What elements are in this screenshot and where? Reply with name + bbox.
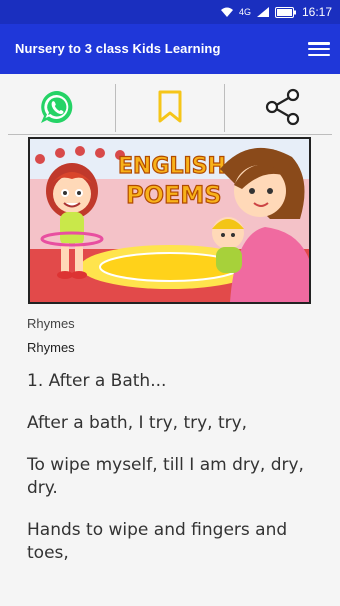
signal-icon [256,7,269,17]
category-label: Rhymes [27,316,75,331]
wifi-icon [220,7,233,17]
poem-line: Hands to wipe and fingers and toes, [27,520,288,563]
bookmark-icon [158,90,182,123]
poem-illustration: ENGLISH POEMS [28,137,311,304]
poem-line: After a bath, I try, try, try, [27,413,248,433]
poem-text: 1. After a Bath... After a bath, I try, … [27,370,327,584]
battery-icon [274,6,296,18]
share-button[interactable] [227,78,340,136]
app-bar: Nursery to 3 class Kids Learning [0,24,340,74]
action-divider [224,84,225,132]
action-row-divider [8,134,332,135]
bookmark-button[interactable] [113,78,226,136]
status-icons: 4G 16:17 [220,4,332,20]
poem-illustration-art: ENGLISH POEMS [30,139,309,302]
network-type-label: 4G [238,7,251,17]
banner-line-2: POEMS [126,181,222,209]
action-row [0,78,340,136]
subcategory-label: Rhymes [27,340,75,355]
status-bar: 4G 16:17 [0,0,340,24]
poem-title: 1. After a Bath... [27,371,167,391]
whatsapp-icon [40,91,72,123]
share-icon [266,88,300,126]
hamburger-menu-icon[interactable] [308,40,330,58]
whatsapp-share-button[interactable] [0,78,113,136]
poem-line: To wipe myself, till I am dry, dry, dry. [27,455,304,498]
app-title: Nursery to 3 class Kids Learning [15,41,221,56]
banner-line-1: ENGLISH [118,154,226,179]
status-time: 16:17 [301,5,332,19]
